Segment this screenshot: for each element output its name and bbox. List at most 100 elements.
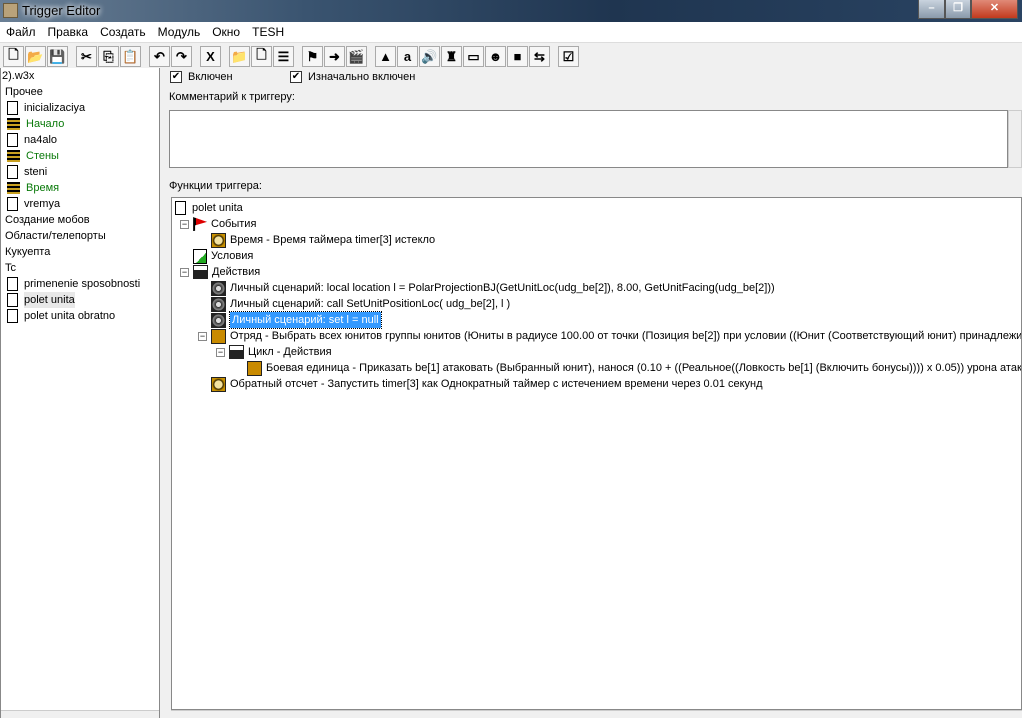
test-icon: ☑ <box>562 48 575 64</box>
paste-button[interactable]: 📋 <box>120 46 141 67</box>
sidebar-item[interactable]: Области/телепорты <box>1 228 159 244</box>
undo-icon: ↶ <box>154 48 165 64</box>
tree-horizontal-scrollbar[interactable] <box>171 710 1022 718</box>
new-category-button[interactable]: 📁 <box>229 46 250 67</box>
initially-on-checkbox-row[interactable]: ✔ Изначально включен <box>290 71 415 84</box>
tree-node[interactable]: − Действия <box>180 264 260 280</box>
sidebar-item[interactable]: Кукуепта <box>1 244 159 260</box>
object-icon: a <box>403 49 412 64</box>
menu-item[interactable]: Создать <box>94 22 152 42</box>
trigger-icon <box>7 133 18 147</box>
sound-button[interactable]: 🔊 <box>419 46 440 67</box>
tree-node[interactable]: − Цикл - Действия <box>216 344 332 360</box>
comment-textarea[interactable] <box>169 110 1008 168</box>
export-button[interactable]: ⇆ <box>529 46 550 67</box>
sidebar-item-label: Области/телепорты <box>5 230 106 242</box>
new-button[interactable]: 🗋 <box>3 46 24 67</box>
title-bar <box>0 0 1022 22</box>
sidebar-item[interactable]: inicializaciya <box>1 100 159 116</box>
undo-button[interactable]: ↶ <box>149 46 170 67</box>
tree-node[interactable]: Боевая единица - Приказать be[1] атакова… <box>247 360 1022 376</box>
left-horizontal-scrollbar[interactable] <box>1 710 159 718</box>
menu-item[interactable]: Окно <box>206 22 246 42</box>
sidebar-item[interactable]: vremya <box>1 196 159 212</box>
sidebar-item[interactable]: Создание мобов <box>1 212 159 228</box>
import-button[interactable]: ■ <box>507 46 528 67</box>
initially-on-checkbox[interactable]: ✔ <box>290 71 302 84</box>
tree-node[interactable]: Личный сценарий: set l = null <box>211 311 382 329</box>
new-condition-button[interactable]: ➜ <box>324 46 345 67</box>
new-action-button[interactable]: 🎬 <box>346 46 367 67</box>
close-button[interactable]: ✕ <box>971 0 1018 19</box>
object-button[interactable]: a <box>397 46 418 67</box>
doodad-button[interactable]: ▭ <box>463 46 484 67</box>
collapse-icon[interactable]: − <box>180 219 189 229</box>
sidebar-item[interactable]: Tc <box>1 260 159 276</box>
comment-icon <box>7 118 20 130</box>
tree-node-label: Действия <box>212 266 261 278</box>
new-trigger-icon: 🗋 <box>256 46 267 62</box>
trigger-icon <box>7 101 18 115</box>
unit-button[interactable]: ♜ <box>441 46 462 67</box>
menu-item[interactable]: Правка <box>42 22 95 42</box>
tree-node[interactable]: Личный сценарий: call SetUnitPositionLoc… <box>211 296 510 312</box>
sidebar-item[interactable]: Начало <box>1 116 159 132</box>
new-event-button[interactable]: ⚑ <box>302 46 323 67</box>
enabled-checkbox[interactable]: ✔ <box>170 71 182 84</box>
save-button[interactable]: 💾 <box>47 46 68 67</box>
collapse-icon[interactable]: − <box>180 267 189 277</box>
sidebar-item[interactable]: Прочее <box>1 84 159 100</box>
terrain-button[interactable]: ▲ <box>375 46 396 67</box>
new-trigger-button[interactable]: 🗋 <box>251 46 272 67</box>
sidebar-item-label: Начало <box>26 118 65 130</box>
delete-button[interactable]: X <box>200 46 221 67</box>
sidebar-item[interactable]: na4alo <box>1 132 159 148</box>
sidebar-item[interactable]: Стены <box>1 148 159 164</box>
tree-node[interactable]: Личный сценарий: local location l = Pola… <box>211 280 775 296</box>
ai-button[interactable]: ☻ <box>485 46 506 67</box>
map-root[interactable]: 2).w3x <box>1 68 159 84</box>
sidebar-item[interactable]: Время <box>1 180 159 196</box>
tree-node-label: Личный сценарий: local location l = Pola… <box>230 282 775 294</box>
sidebar-item-label: steni <box>24 166 48 178</box>
minimize-button[interactable]: – <box>918 0 945 19</box>
tree-node[interactable]: Время - Время таймера timer[3] истекло <box>211 232 435 248</box>
tree-node[interactable]: polet unita <box>175 200 243 216</box>
menu-bar: Файл Правка Создать Модуль Окно TESH <box>0 22 1022 43</box>
menu-item[interactable]: Модуль <box>152 22 207 42</box>
sidebar-item[interactable]: polet unita obratno <box>1 308 159 324</box>
tree-node[interactable]: Обратный отсчет - Запустить timer[3] как… <box>211 376 763 392</box>
clapboard-icon <box>229 345 244 359</box>
copy-button[interactable]: ⎘ <box>98 46 119 67</box>
sidebar-item[interactable]: steni <box>1 164 159 180</box>
tree-node[interactable]: − События <box>180 216 256 232</box>
app-icon <box>3 3 18 18</box>
collapse-icon[interactable]: − <box>216 347 225 357</box>
cut-button[interactable]: ✂ <box>76 46 97 67</box>
tree-node-label: Отряд - Выбрать всех юнитов группы юнито… <box>230 330 1022 342</box>
test-button[interactable]: ☑ <box>558 46 579 67</box>
tree-node-label: polet unita <box>192 202 243 214</box>
gear-icon <box>211 312 226 328</box>
clock-icon <box>211 232 226 248</box>
redo-button[interactable]: ↷ <box>171 46 192 67</box>
sidebar-item-label: Создание мобов <box>5 214 90 226</box>
tree-node[interactable]: Условия <box>193 248 253 264</box>
new-comment-button[interactable]: ☰ <box>273 46 294 67</box>
maximize-button[interactable]: ❐ <box>945 0 971 19</box>
document-icon <box>175 201 186 215</box>
menu-item[interactable]: Файл <box>0 22 42 42</box>
sidebar-item-label: polet unita <box>24 292 75 308</box>
tree-node-label: Боевая единица - Приказать be[1] атакова… <box>266 362 1022 374</box>
enabled-checkbox-row[interactable]: ✔ Включен <box>170 71 233 84</box>
sidebar-item[interactable]: polet unita <box>1 292 159 308</box>
comment-scrollbar[interactable] <box>1008 110 1022 168</box>
menu-item[interactable]: TESH <box>246 22 290 42</box>
sidebar-item[interactable]: primenenie sposobnosti <box>1 276 159 292</box>
enabled-label: Включен <box>188 71 233 83</box>
collapse-icon[interactable]: − <box>198 331 207 341</box>
gear-icon <box>211 296 226 312</box>
ai-icon: ☻ <box>488 49 503 64</box>
open-button[interactable]: 📂 <box>25 46 46 67</box>
tree-node[interactable]: − Отряд - Выбрать всех юнитов группы юнит… <box>198 328 1022 344</box>
